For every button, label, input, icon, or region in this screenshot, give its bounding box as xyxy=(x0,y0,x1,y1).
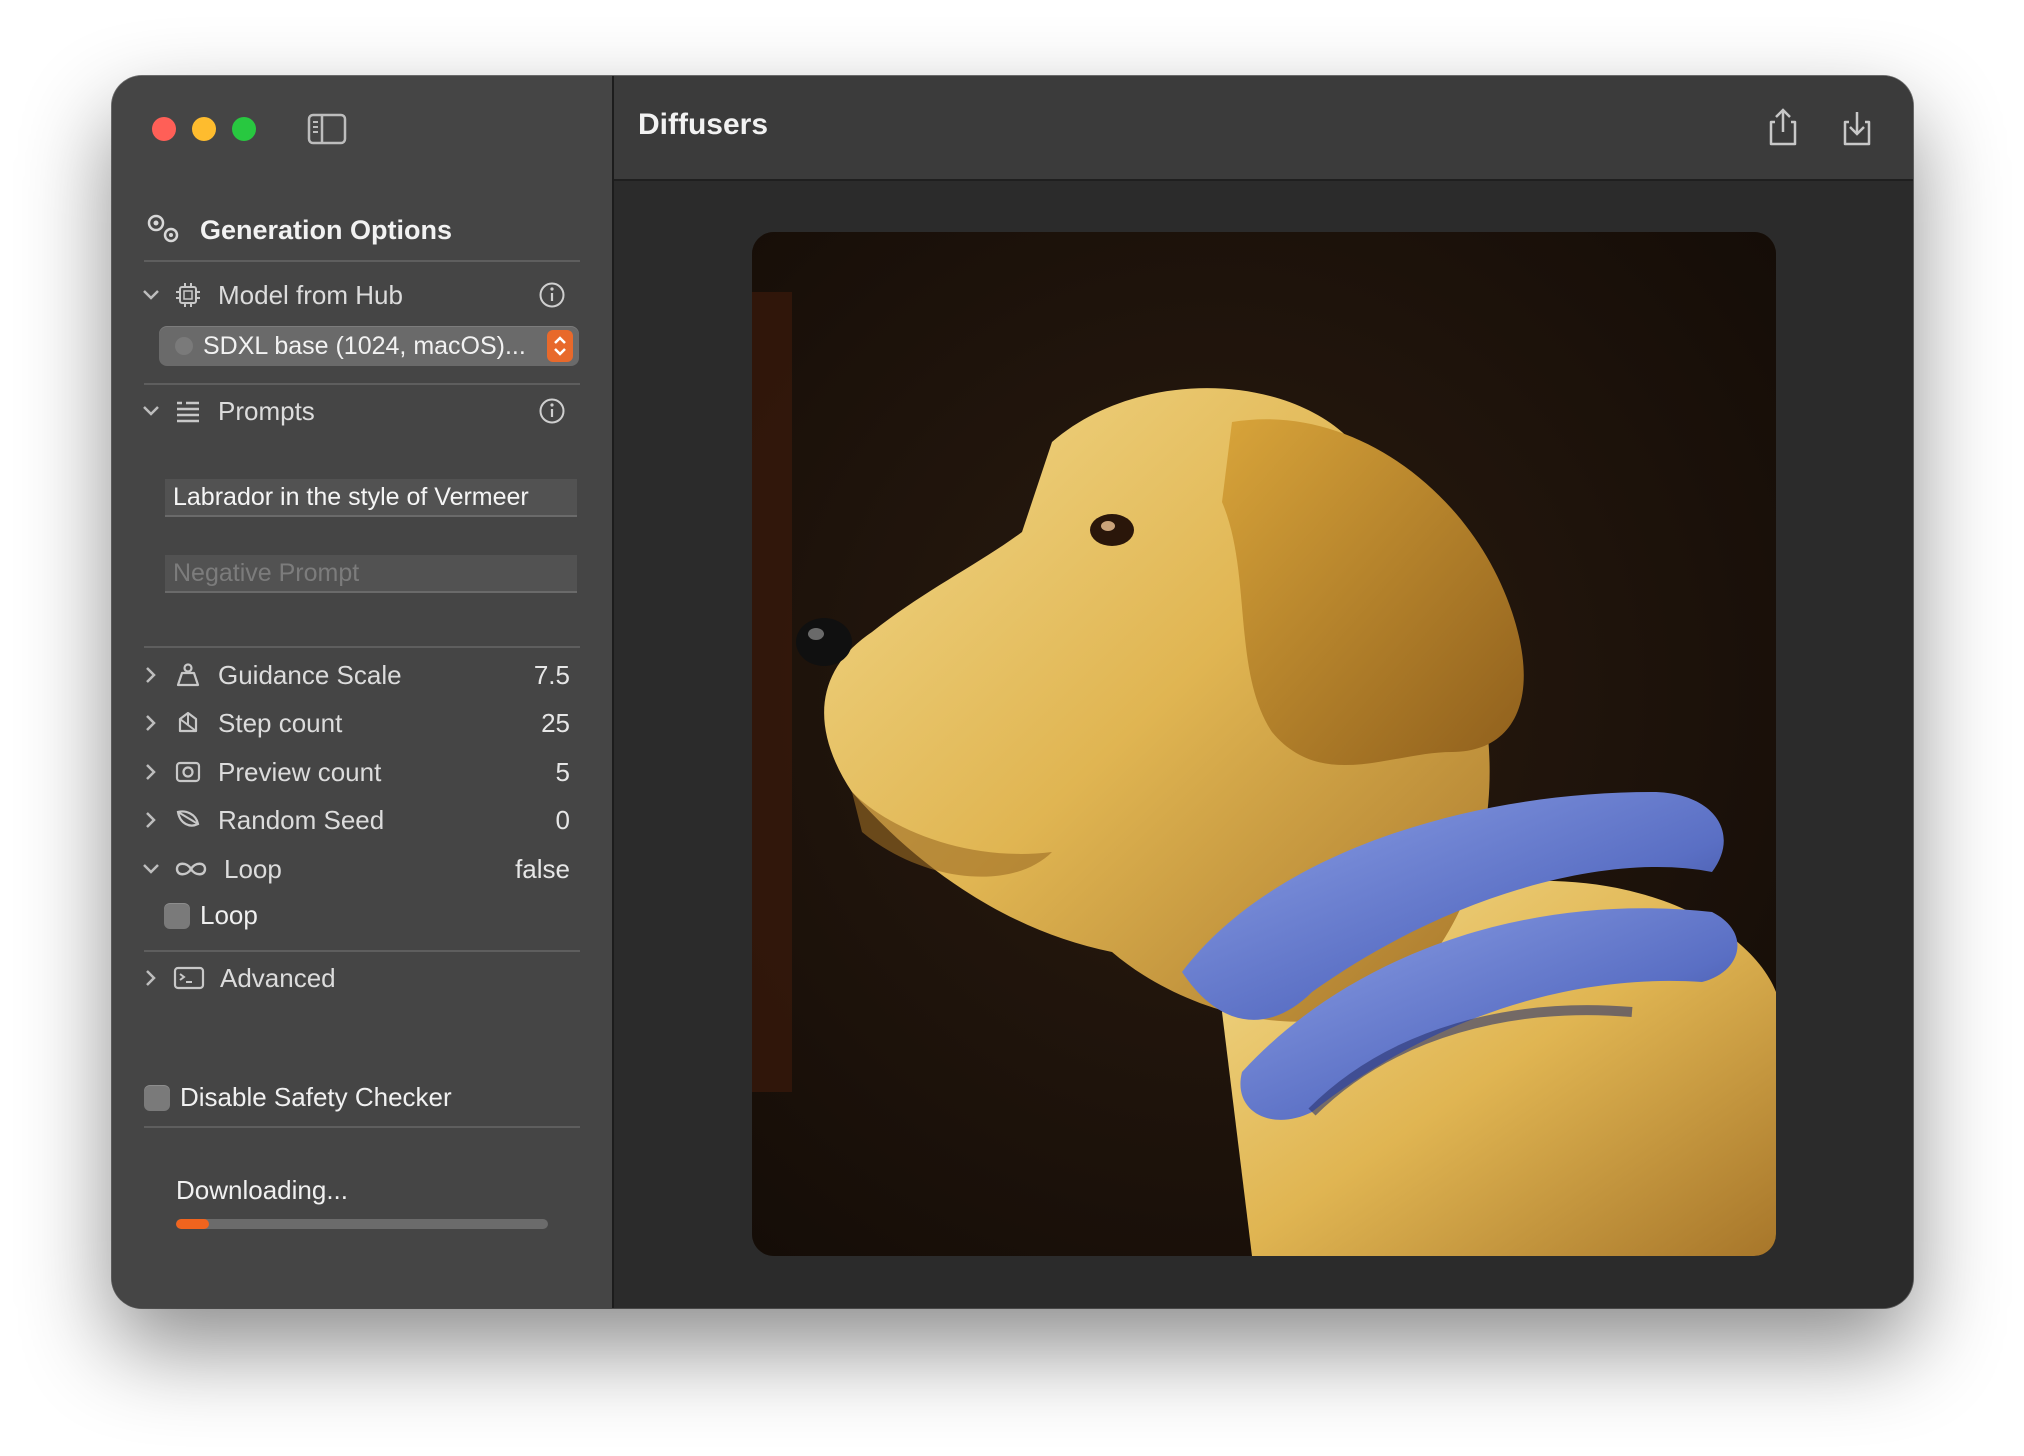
loop-checkbox-label: Loop xyxy=(200,900,258,930)
preview-count-row[interactable]: Preview count 5 xyxy=(140,752,580,792)
download-progress-bar xyxy=(176,1219,548,1229)
step-count-row[interactable]: Step count 25 xyxy=(140,703,580,743)
divider xyxy=(144,260,580,262)
param-value: 0 xyxy=(555,804,570,835)
chevron-right-icon[interactable] xyxy=(140,809,162,831)
param-label: Random Seed xyxy=(218,804,385,835)
sidebar: Generation Options Model from Hub SDXL b… xyxy=(112,76,614,1308)
divider xyxy=(144,646,580,648)
chip-icon xyxy=(172,279,204,311)
info-icon[interactable] xyxy=(538,397,566,425)
param-label: Preview count xyxy=(218,756,382,787)
param-value: 5 xyxy=(555,756,570,787)
main-content: Diffusers xyxy=(614,76,1913,1308)
steps-icon xyxy=(172,707,204,739)
safety-checkbox-label: Disable Safety Checker xyxy=(180,1082,452,1112)
param-label: Loop xyxy=(224,853,282,884)
text-lines-icon xyxy=(172,395,204,427)
info-icon[interactable] xyxy=(538,281,566,309)
divider xyxy=(144,950,580,952)
toolbar: Diffusers xyxy=(614,76,1913,181)
guidance-icon xyxy=(172,659,204,691)
terminal-icon xyxy=(172,962,206,994)
model-from-hub-row[interactable]: Model from Hub xyxy=(140,275,580,315)
param-value: false xyxy=(515,853,570,884)
safety-checkbox-row[interactable]: Disable Safety Checker xyxy=(144,1082,452,1113)
prompts-label: Prompts xyxy=(218,395,315,426)
chevron-right-icon[interactable] xyxy=(140,664,162,686)
loop-checkbox[interactable] xyxy=(164,902,190,929)
chevron-right-icon[interactable] xyxy=(140,712,162,734)
loop-checkbox-row[interactable]: Loop xyxy=(164,900,258,931)
safety-checkbox[interactable] xyxy=(144,1084,170,1111)
progress-fill xyxy=(176,1219,210,1229)
divider xyxy=(144,383,580,385)
chevron-down-icon[interactable] xyxy=(140,400,162,422)
param-label: Step count xyxy=(218,707,343,738)
model-status-dot xyxy=(175,337,193,355)
prompt-input[interactable] xyxy=(173,482,577,512)
guidance-scale-row[interactable]: Guidance Scale 7.5 xyxy=(140,655,580,695)
minimize-button[interactable] xyxy=(192,117,216,141)
close-button[interactable] xyxy=(152,117,176,141)
prompt-field[interactable] xyxy=(165,479,577,517)
negative-prompt-input[interactable] xyxy=(173,558,577,588)
param-label: Guidance Scale xyxy=(218,659,402,690)
prompts-row[interactable]: Prompts xyxy=(140,391,580,431)
section-title: Generation Options xyxy=(200,214,453,245)
random-seed-row[interactable]: Random Seed 0 xyxy=(140,800,580,840)
chevron-right-icon[interactable] xyxy=(140,967,162,989)
infinity-icon xyxy=(172,853,210,885)
seed-icon xyxy=(172,804,204,836)
sidebar-toggle-icon[interactable] xyxy=(307,112,347,146)
chevron-down-icon[interactable] xyxy=(140,858,162,880)
zoom-button[interactable] xyxy=(232,117,256,141)
generated-image[interactable] xyxy=(752,232,1776,1256)
advanced-label: Advanced xyxy=(220,962,336,993)
advanced-row[interactable]: Advanced xyxy=(140,958,580,998)
model-label: Model from Hub xyxy=(218,279,403,310)
preview-icon xyxy=(172,756,204,788)
select-stepper-icon[interactable] xyxy=(547,330,573,362)
param-value: 25 xyxy=(541,707,570,738)
share-icon[interactable] xyxy=(1765,106,1801,148)
download-icon[interactable] xyxy=(1839,106,1875,148)
window-title: Diffusers xyxy=(638,108,769,141)
loop-row[interactable]: Loop false xyxy=(140,849,580,889)
app-window: Generation Options Model from Hub SDXL b… xyxy=(112,76,1913,1308)
negative-prompt-field[interactable] xyxy=(165,555,577,593)
param-value: 7.5 xyxy=(533,659,570,690)
model-select[interactable]: SDXL base (1024, macOS)... xyxy=(159,326,579,366)
chevron-down-icon[interactable] xyxy=(140,284,162,306)
status-text: Downloading... xyxy=(176,1175,348,1205)
divider xyxy=(144,1126,580,1128)
gears-icon xyxy=(144,211,182,250)
chevron-right-icon[interactable] xyxy=(140,761,162,783)
generation-options-header: Generation Options xyxy=(144,210,452,250)
model-select-value: SDXL base (1024, macOS)... xyxy=(203,331,526,360)
